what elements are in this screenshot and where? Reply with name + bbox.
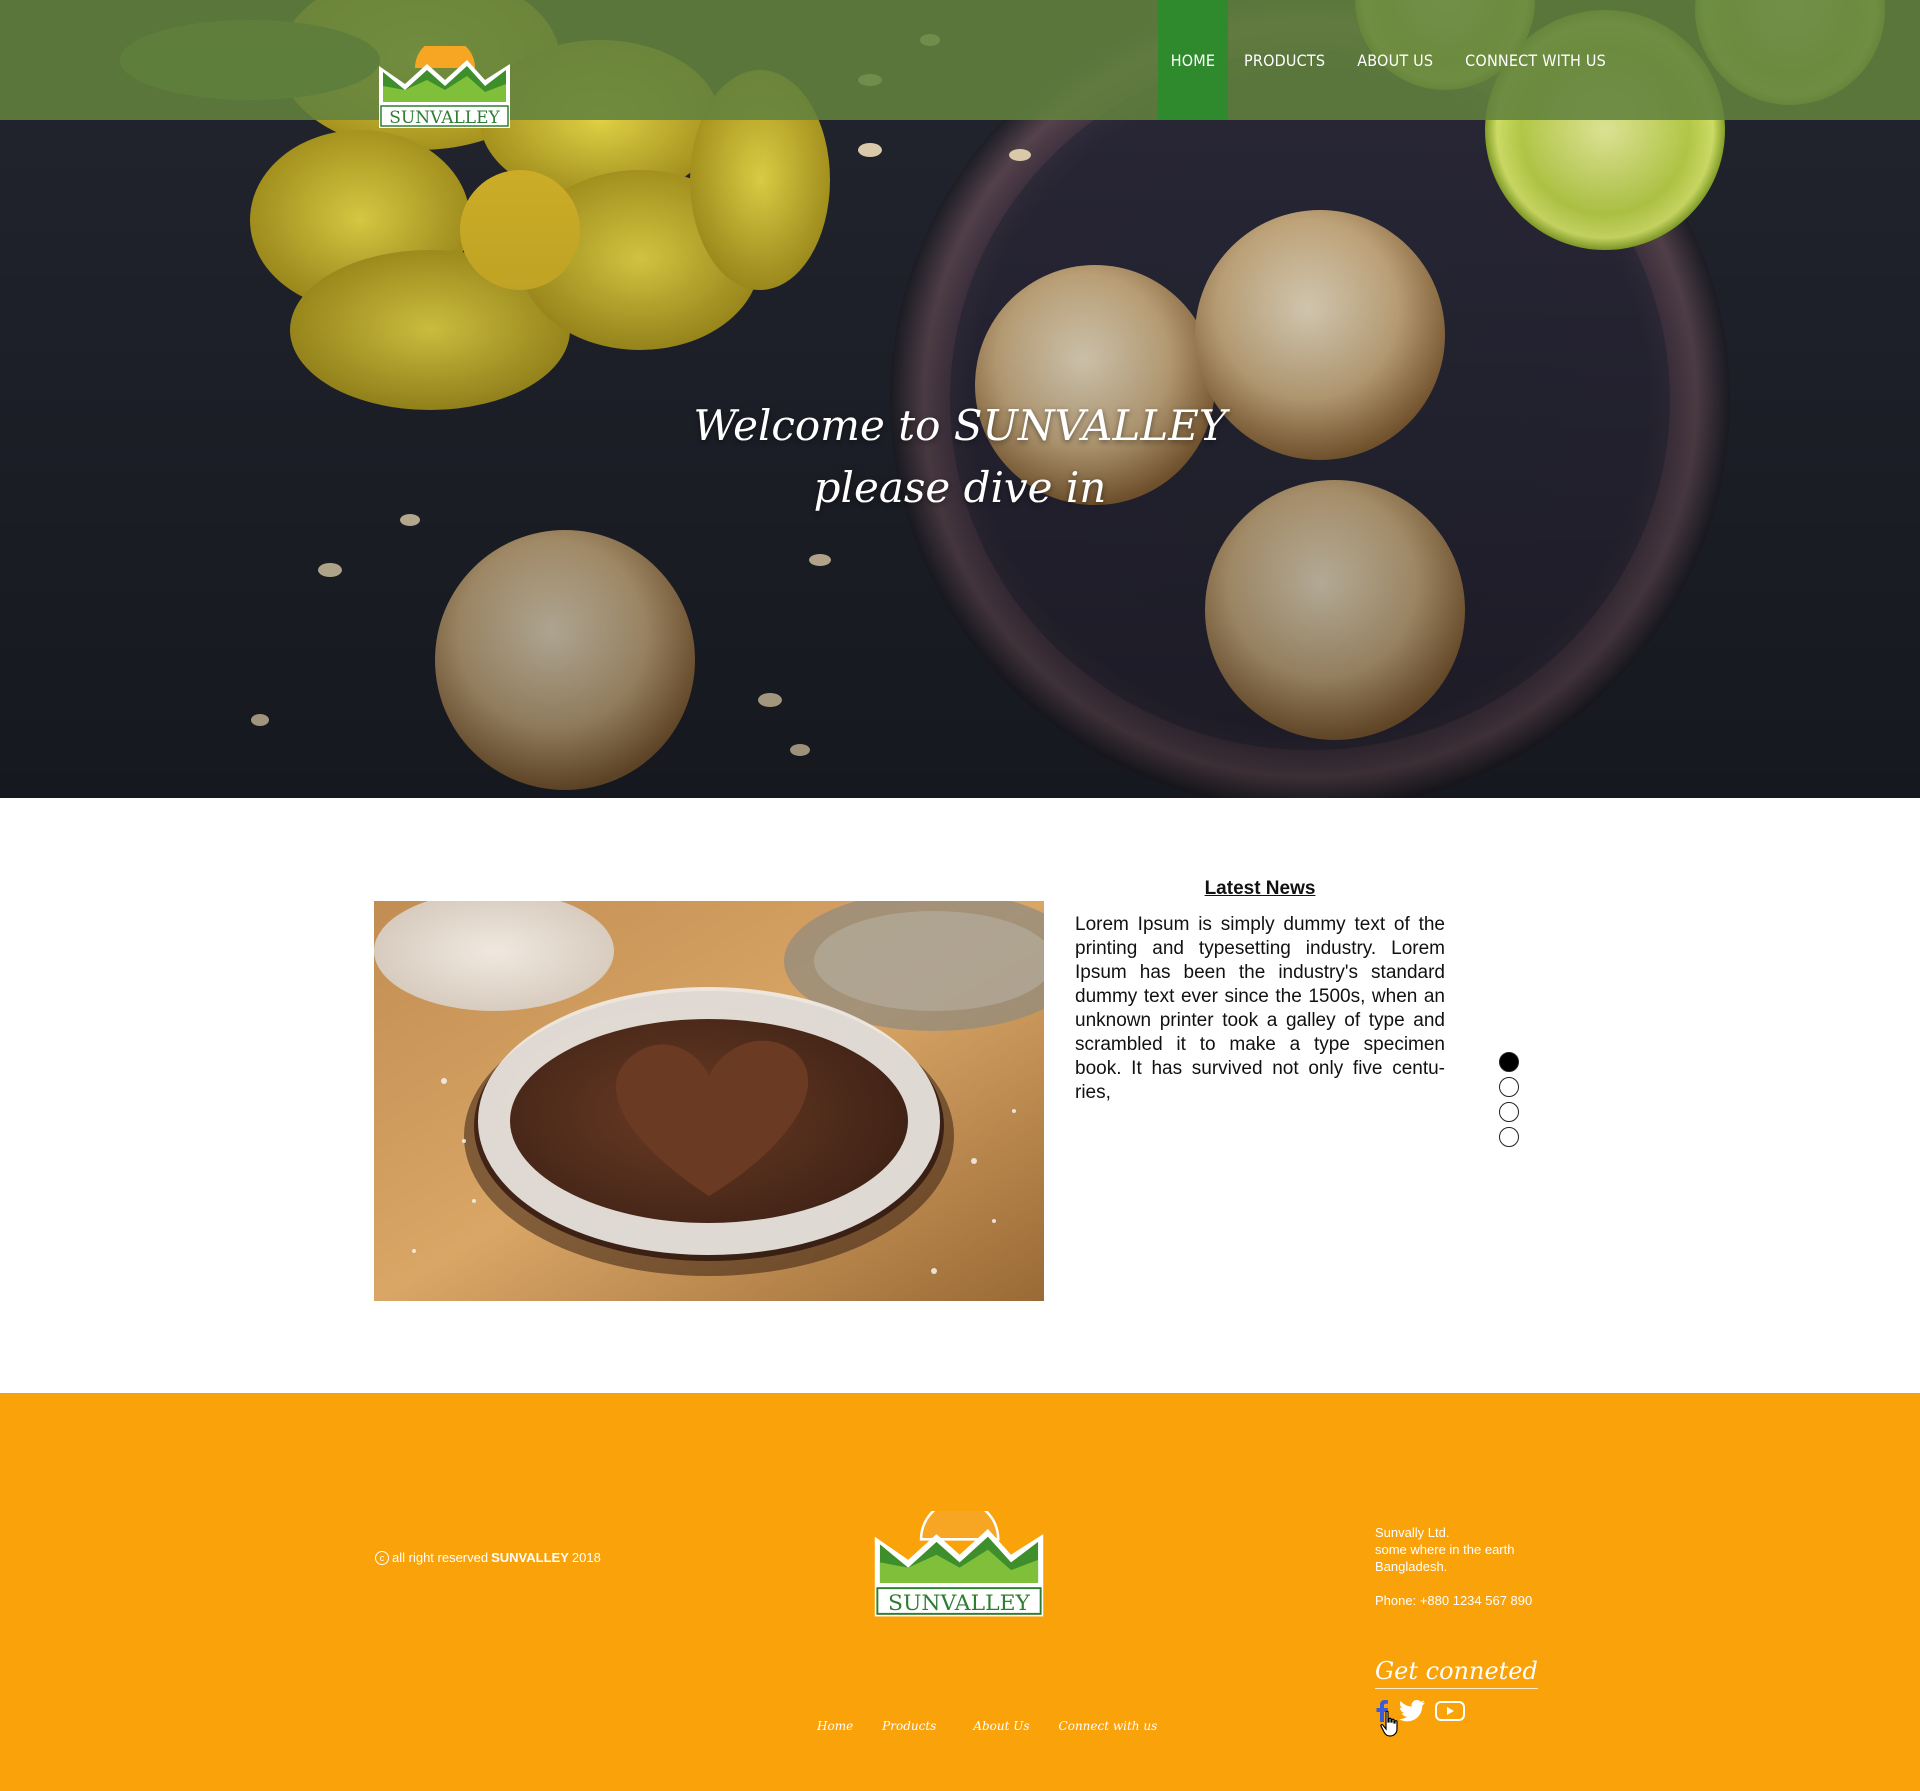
slider-dot-2[interactable] [1499,1077,1519,1097]
address-line2: Bangladesh. [1375,1559,1448,1574]
sunvalley-logo[interactable]: SUNVALLEY [377,46,512,130]
copyright-year: 2018 [571,1550,601,1565]
copyright-text: c all right reserved SUNVALLEY 2018 [375,1550,601,1565]
footer-logo-wordmark: SUNVALLEY [888,1591,1031,1616]
news-image [374,901,1044,1301]
site-footer: c all right reserved SUNVALLEY 2018 SUNV… [0,1393,1920,1791]
nav-item-products[interactable]: PRODUCTS [1228,0,1341,120]
top-navigation-bar [0,0,1920,120]
hero-heading: Welcome to SUNVALLEY please dive in [660,395,1260,519]
main-nav: HOME PRODUCTS ABOUT US CONNECT WITH US [1158,0,1622,120]
slider-dot-1[interactable] [1499,1052,1519,1072]
nav-item-home[interactable]: HOME [1158,0,1228,120]
hero-heading-line2: please dive in [813,463,1107,512]
footer-nav: Home Products About Us Connect with us [817,1719,1157,1733]
get-connected-heading: Get conneted [1375,1657,1538,1689]
footer-nav-connect-with-us[interactable]: Connect with us [1059,1719,1158,1733]
copyright-brand: SUNVALLEY [491,1550,569,1565]
twitter-icon[interactable] [1399,1700,1425,1727]
news-title: Latest News [1204,878,1316,899]
hero-heading-line1: Welcome to SUNVALLEY [693,401,1227,450]
slider-dot-3[interactable] [1499,1102,1519,1122]
logo-wordmark: SUNVALLEY [389,108,500,128]
copyright-prefix: all right reserved [392,1550,489,1565]
slider-dot-4[interactable] [1499,1127,1519,1147]
footer-nav-products[interactable]: Products [882,1719,936,1733]
news-body: Lorem Ipsum is simply dummy text of the … [1075,914,1445,1103]
nav-item-connect-with-us[interactable]: CONNECT WITH US [1449,0,1622,120]
footer-logo[interactable]: SUNVALLEY [872,1511,1046,1619]
hero-banner: SUNVALLEY HOME PRODUCTS ABOUT US CONNECT… [0,0,1920,798]
hand-cursor-icon [1380,1710,1398,1737]
company-address: Sunvally Ltd. some where in the earth Ba… [1375,1524,1532,1609]
address-line1: some where in the earth [1375,1542,1515,1557]
nav-item-about-us[interactable]: ABOUT US [1341,0,1449,120]
youtube-icon[interactable] [1435,1700,1465,1727]
copyright-icon: c [375,1550,389,1565]
news-slider-dots [1499,1052,1519,1152]
footer-nav-home[interactable]: Home [817,1719,853,1733]
address-company: Sunvally Ltd. [1375,1525,1450,1540]
footer-nav-about-us[interactable]: About Us [973,1719,1029,1733]
address-phone: Phone: +880 1234 567 890 [1375,1593,1533,1608]
